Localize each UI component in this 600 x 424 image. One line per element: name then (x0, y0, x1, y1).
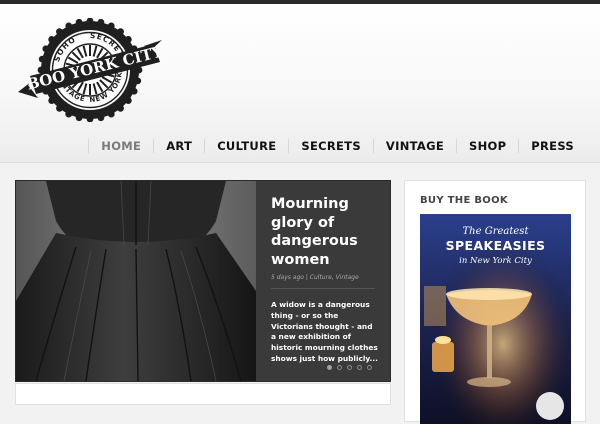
slider-dot[interactable] (367, 365, 372, 370)
nav-item-art[interactable]: ART (153, 139, 204, 153)
slider-dot[interactable] (347, 365, 352, 370)
nav-item-shop[interactable]: SHOP (455, 139, 518, 153)
main-nav: HOME ART CULTURE SECRETS VINTAGE SHOP PR… (88, 132, 586, 160)
slider-dot[interactable] (337, 365, 342, 370)
sidebar: BUY THE BOOK The Greatest SPEAKEASIES in… (404, 180, 586, 424)
slider-dot[interactable] (357, 365, 362, 370)
slide-excerpt: A widow is a dangerous thing - or so the… (271, 300, 378, 363)
book-cover[interactable]: The Greatest SPEAKEASIES in New York Cit… (420, 214, 571, 424)
widget-title: BUY THE BOOK (420, 195, 508, 206)
book-badge-icon (536, 392, 564, 420)
featured-image[interactable] (16, 181, 256, 381)
site-logo[interactable]: SOHO SECRETS VINTAGE NEW YORK BOO YORK C… (14, 18, 166, 122)
book-title-line1: The Greatest (462, 226, 529, 237)
nav-item-press[interactable]: PRESS (518, 139, 586, 153)
featured-slider: Mourning glory of dangerous women 5 days… (15, 180, 391, 382)
slide-caption-panel: Mourning glory of dangerous women 5 days… (256, 181, 390, 381)
nav-item-home[interactable]: HOME (88, 139, 153, 153)
nav-item-vintage[interactable]: VINTAGE (372, 139, 456, 153)
book-title-line2: SPEAKEASIES (445, 238, 546, 253)
slider-pagination (327, 365, 377, 370)
slide-title[interactable]: Mourning glory of dangerous women (271, 195, 383, 269)
slide-meta: 5 days ago | Culture, Vintage (271, 274, 359, 281)
main-content: Mourning glory of dangerous women 5 days… (0, 163, 600, 424)
posts-list (15, 383, 391, 405)
nav-item-culture[interactable]: CULTURE (204, 139, 288, 153)
slider-dot[interactable] (327, 365, 332, 370)
slide-divider (271, 288, 375, 289)
nav-item-secrets[interactable]: SECRETS (288, 139, 373, 153)
book-title-line3: in New York City (459, 256, 532, 266)
site-header: SOHO SECRETS VINTAGE NEW YORK BOO YORK C… (0, 4, 600, 163)
